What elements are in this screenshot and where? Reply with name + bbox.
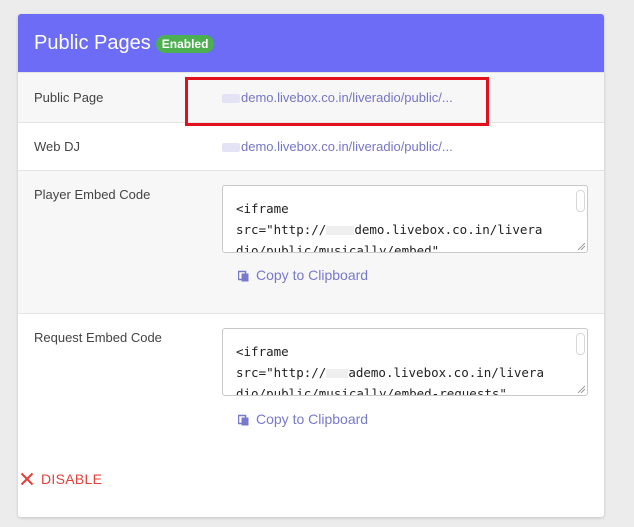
redacted-text [222,94,240,104]
web-dj-link[interactable]: demo.livebox.co.in/liveradio/public/... [222,139,453,154]
public-page-row: Public Page demo.livebox.co.in/liveradio… [18,72,604,122]
code-line: ademo.livebox.co.in/livera [348,365,544,380]
code-line: dio/public/musically/embed-requests" [236,386,507,396]
public-page-label: Public Page [34,90,104,105]
code-line: <iframe [236,201,289,216]
redacted-text [326,369,349,378]
public-page-link-text: demo.livebox.co.in/liveradio/public/... [241,90,453,105]
close-icon [20,472,34,486]
code-line: <iframe [236,344,289,359]
web-dj-row: Web DJ demo.livebox.co.in/liveradio/publ… [18,122,604,170]
page-title: Public Pages [34,31,151,54]
request-copy-button[interactable]: Copy to Clipboard [238,411,368,427]
code-line: demo.livebox.co.in/livera [354,222,543,237]
player-embed-label: Player Embed Code [34,187,151,202]
request-embed-code-textarea[interactable]: <iframe src="http:// ademo.livebox.co.in/… [222,328,588,396]
public-pages-card: Public Pages Enabled Public Page demo.li… [18,14,604,517]
request-embed-row: Request Embed Code <iframe src="http:// a… [18,313,604,517]
scrollbar[interactable] [576,333,585,355]
public-page-link[interactable]: demo.livebox.co.in/liveradio/public/... [222,90,453,105]
copy-icon [238,270,249,281]
player-embed-row: Player Embed Code <iframe src="http:// de… [18,170,604,313]
player-embed-code-textarea[interactable]: <iframe src="http:// demo.livebox.co.in/l… [222,185,588,253]
code-line: dio/public/musically/embed" [236,243,440,253]
card-header: Public Pages Enabled [18,14,604,72]
disable-button[interactable]: DISABLE [20,471,102,487]
resize-grip-icon[interactable] [577,242,585,250]
web-dj-link-text: demo.livebox.co.in/liveradio/public/... [241,139,453,154]
code-line: src="http:// [236,222,327,237]
copy-label: Copy to Clipboard [256,411,369,427]
player-copy-button[interactable]: Copy to Clipboard [238,267,368,283]
scrollbar[interactable] [576,190,585,212]
status-badge: Enabled [155,35,215,53]
redacted-text [326,226,355,235]
disable-label: DISABLE [41,471,103,487]
redacted-text [222,143,240,153]
web-dj-label: Web DJ [34,139,80,154]
copy-icon [238,414,249,425]
code-line: src="http:// [236,365,327,380]
resize-grip-icon[interactable] [577,385,585,393]
copy-label: Copy to Clipboard [256,267,369,283]
request-embed-label: Request Embed Code [34,330,162,345]
